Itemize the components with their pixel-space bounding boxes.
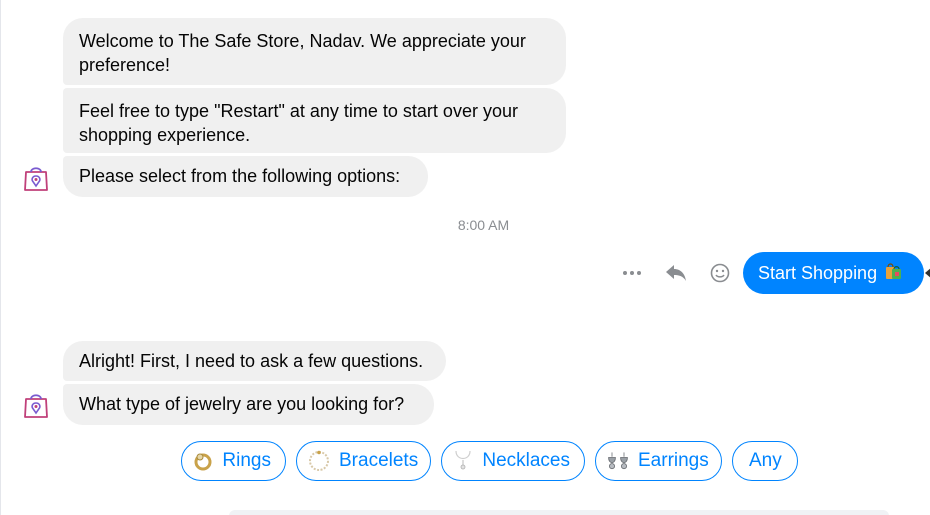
- quick-reply-any[interactable]: Any: [732, 441, 798, 481]
- earrings-icon: [606, 449, 630, 473]
- quick-reply-label: Necklaces: [482, 450, 570, 471]
- more-options-button[interactable]: [617, 258, 647, 288]
- store-avatar[interactable]: [21, 163, 51, 193]
- bot-message: Feel free to type "Restart" at any time …: [63, 88, 566, 153]
- quick-reply-label: Rings: [222, 450, 271, 471]
- quick-reply-necklaces[interactable]: Necklaces: [441, 441, 585, 481]
- bot-message: Welcome to The Safe Store, Nadav. We app…: [63, 18, 566, 85]
- user-message: Start Shopping: [743, 252, 924, 294]
- bot-message: What type of jewelry are you looking for…: [63, 384, 434, 425]
- more-dots-icon: [623, 271, 641, 275]
- reply-button[interactable]: [661, 258, 691, 288]
- react-button[interactable]: [705, 258, 735, 288]
- quick-reply-earrings[interactable]: Earrings: [595, 441, 722, 481]
- quick-reply-rings[interactable]: Rings: [181, 441, 286, 481]
- necklace-icon: [452, 449, 474, 473]
- composer-edge: [229, 510, 889, 515]
- bot-message: Alright! First, I need to ask a few ques…: [63, 341, 446, 381]
- store-avatar[interactable]: [21, 390, 51, 420]
- ring-icon: [192, 449, 214, 473]
- store-bag-icon: [24, 167, 48, 191]
- chat-thread: Welcome to The Safe Store, Nadav. We app…: [0, 0, 930, 515]
- quick-reply-bracelets[interactable]: Bracelets: [296, 441, 431, 481]
- shopping-bags-icon: [885, 262, 903, 285]
- quick-reply-label: Bracelets: [339, 450, 419, 471]
- smiley-icon: [710, 263, 730, 283]
- reply-icon: [666, 265, 686, 281]
- bracelet-icon: [307, 449, 331, 473]
- quick-reply-label: Any: [749, 450, 782, 471]
- message-timestamp: 8:00 AM: [457, 217, 510, 233]
- message-actions: [617, 258, 749, 288]
- bot-message: Please select from the following options…: [63, 156, 428, 197]
- quick-reply-label: Earrings: [638, 450, 709, 471]
- message-pointer: [925, 267, 930, 279]
- store-bag-icon: [24, 394, 48, 418]
- user-message-text: Start Shopping: [758, 262, 878, 283]
